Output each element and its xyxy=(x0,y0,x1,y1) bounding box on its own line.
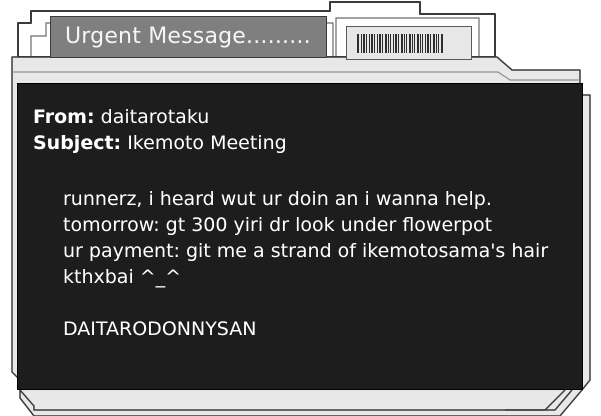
message-title-tab: Urgent Message......... xyxy=(50,16,327,58)
barcode-bar xyxy=(393,34,394,53)
subject-value: Ikemoto Meeting xyxy=(127,132,287,154)
subject-label: Subject: xyxy=(33,132,122,154)
barcode-icon xyxy=(346,26,472,60)
barcode-bar xyxy=(427,34,429,53)
barcode-bar xyxy=(422,34,423,53)
barcode-bar xyxy=(390,34,391,53)
barcode-bar xyxy=(363,34,365,53)
barcode-bar xyxy=(436,34,437,53)
barcode-bar xyxy=(430,34,431,53)
barcode-bar xyxy=(409,34,411,53)
message-body-line xyxy=(63,290,566,316)
barcode-bar xyxy=(357,34,359,53)
barcode-bar xyxy=(433,34,435,53)
folder-body-strip xyxy=(12,71,580,81)
barcode-bar xyxy=(420,34,421,53)
message-title: Urgent Message......... xyxy=(65,24,311,49)
barcode-bar xyxy=(406,34,407,53)
barcode-bar xyxy=(398,34,399,53)
message-panel: From: daitarotaku Subject: Ikemoto Meeti… xyxy=(17,83,583,390)
barcode-bar xyxy=(366,34,367,53)
barcode-bar xyxy=(441,34,443,53)
barcode-bar xyxy=(412,34,413,53)
from-label: From: xyxy=(33,106,95,128)
barcode-bar xyxy=(414,34,415,53)
barcode-bar xyxy=(371,34,373,53)
barcode-bar xyxy=(395,34,397,53)
barcode-bar xyxy=(369,34,370,53)
barcode-bar xyxy=(417,34,419,53)
barcode-bar xyxy=(374,34,375,53)
barcode-bar xyxy=(404,34,405,53)
message-signature: DAITARODONNYSAN xyxy=(63,318,257,340)
barcode-bar xyxy=(361,34,362,53)
barcode-bar xyxy=(385,34,387,53)
barcode-bar xyxy=(401,34,403,53)
barcode-bar xyxy=(379,34,381,53)
message-body-line: ur payment: git me a strand of ikemotosa… xyxy=(63,240,549,262)
message-body-line: runnerz, i heard wut ur doin an i wanna … xyxy=(63,188,492,210)
folder-bottom-lip xyxy=(505,389,566,411)
barcode-bar xyxy=(438,34,439,53)
folder-bottom-edge xyxy=(19,389,573,411)
barcode-bar xyxy=(425,34,426,53)
from-line: From: daitarotaku xyxy=(33,104,566,130)
barcode-bar xyxy=(377,34,378,53)
message-body-line: tomorrow: gt 300 yiri dr look under flow… xyxy=(63,214,493,236)
from-value: daitarotaku xyxy=(100,106,210,128)
message-body: runnerz, i heard wut ur doin an i wanna … xyxy=(33,186,566,342)
barcode-bar xyxy=(388,34,389,53)
subject-line: Subject: Ikemoto Meeting xyxy=(33,130,566,156)
message-body-line: kthxbai ^_^ xyxy=(63,266,182,288)
barcode-bar xyxy=(382,34,383,53)
